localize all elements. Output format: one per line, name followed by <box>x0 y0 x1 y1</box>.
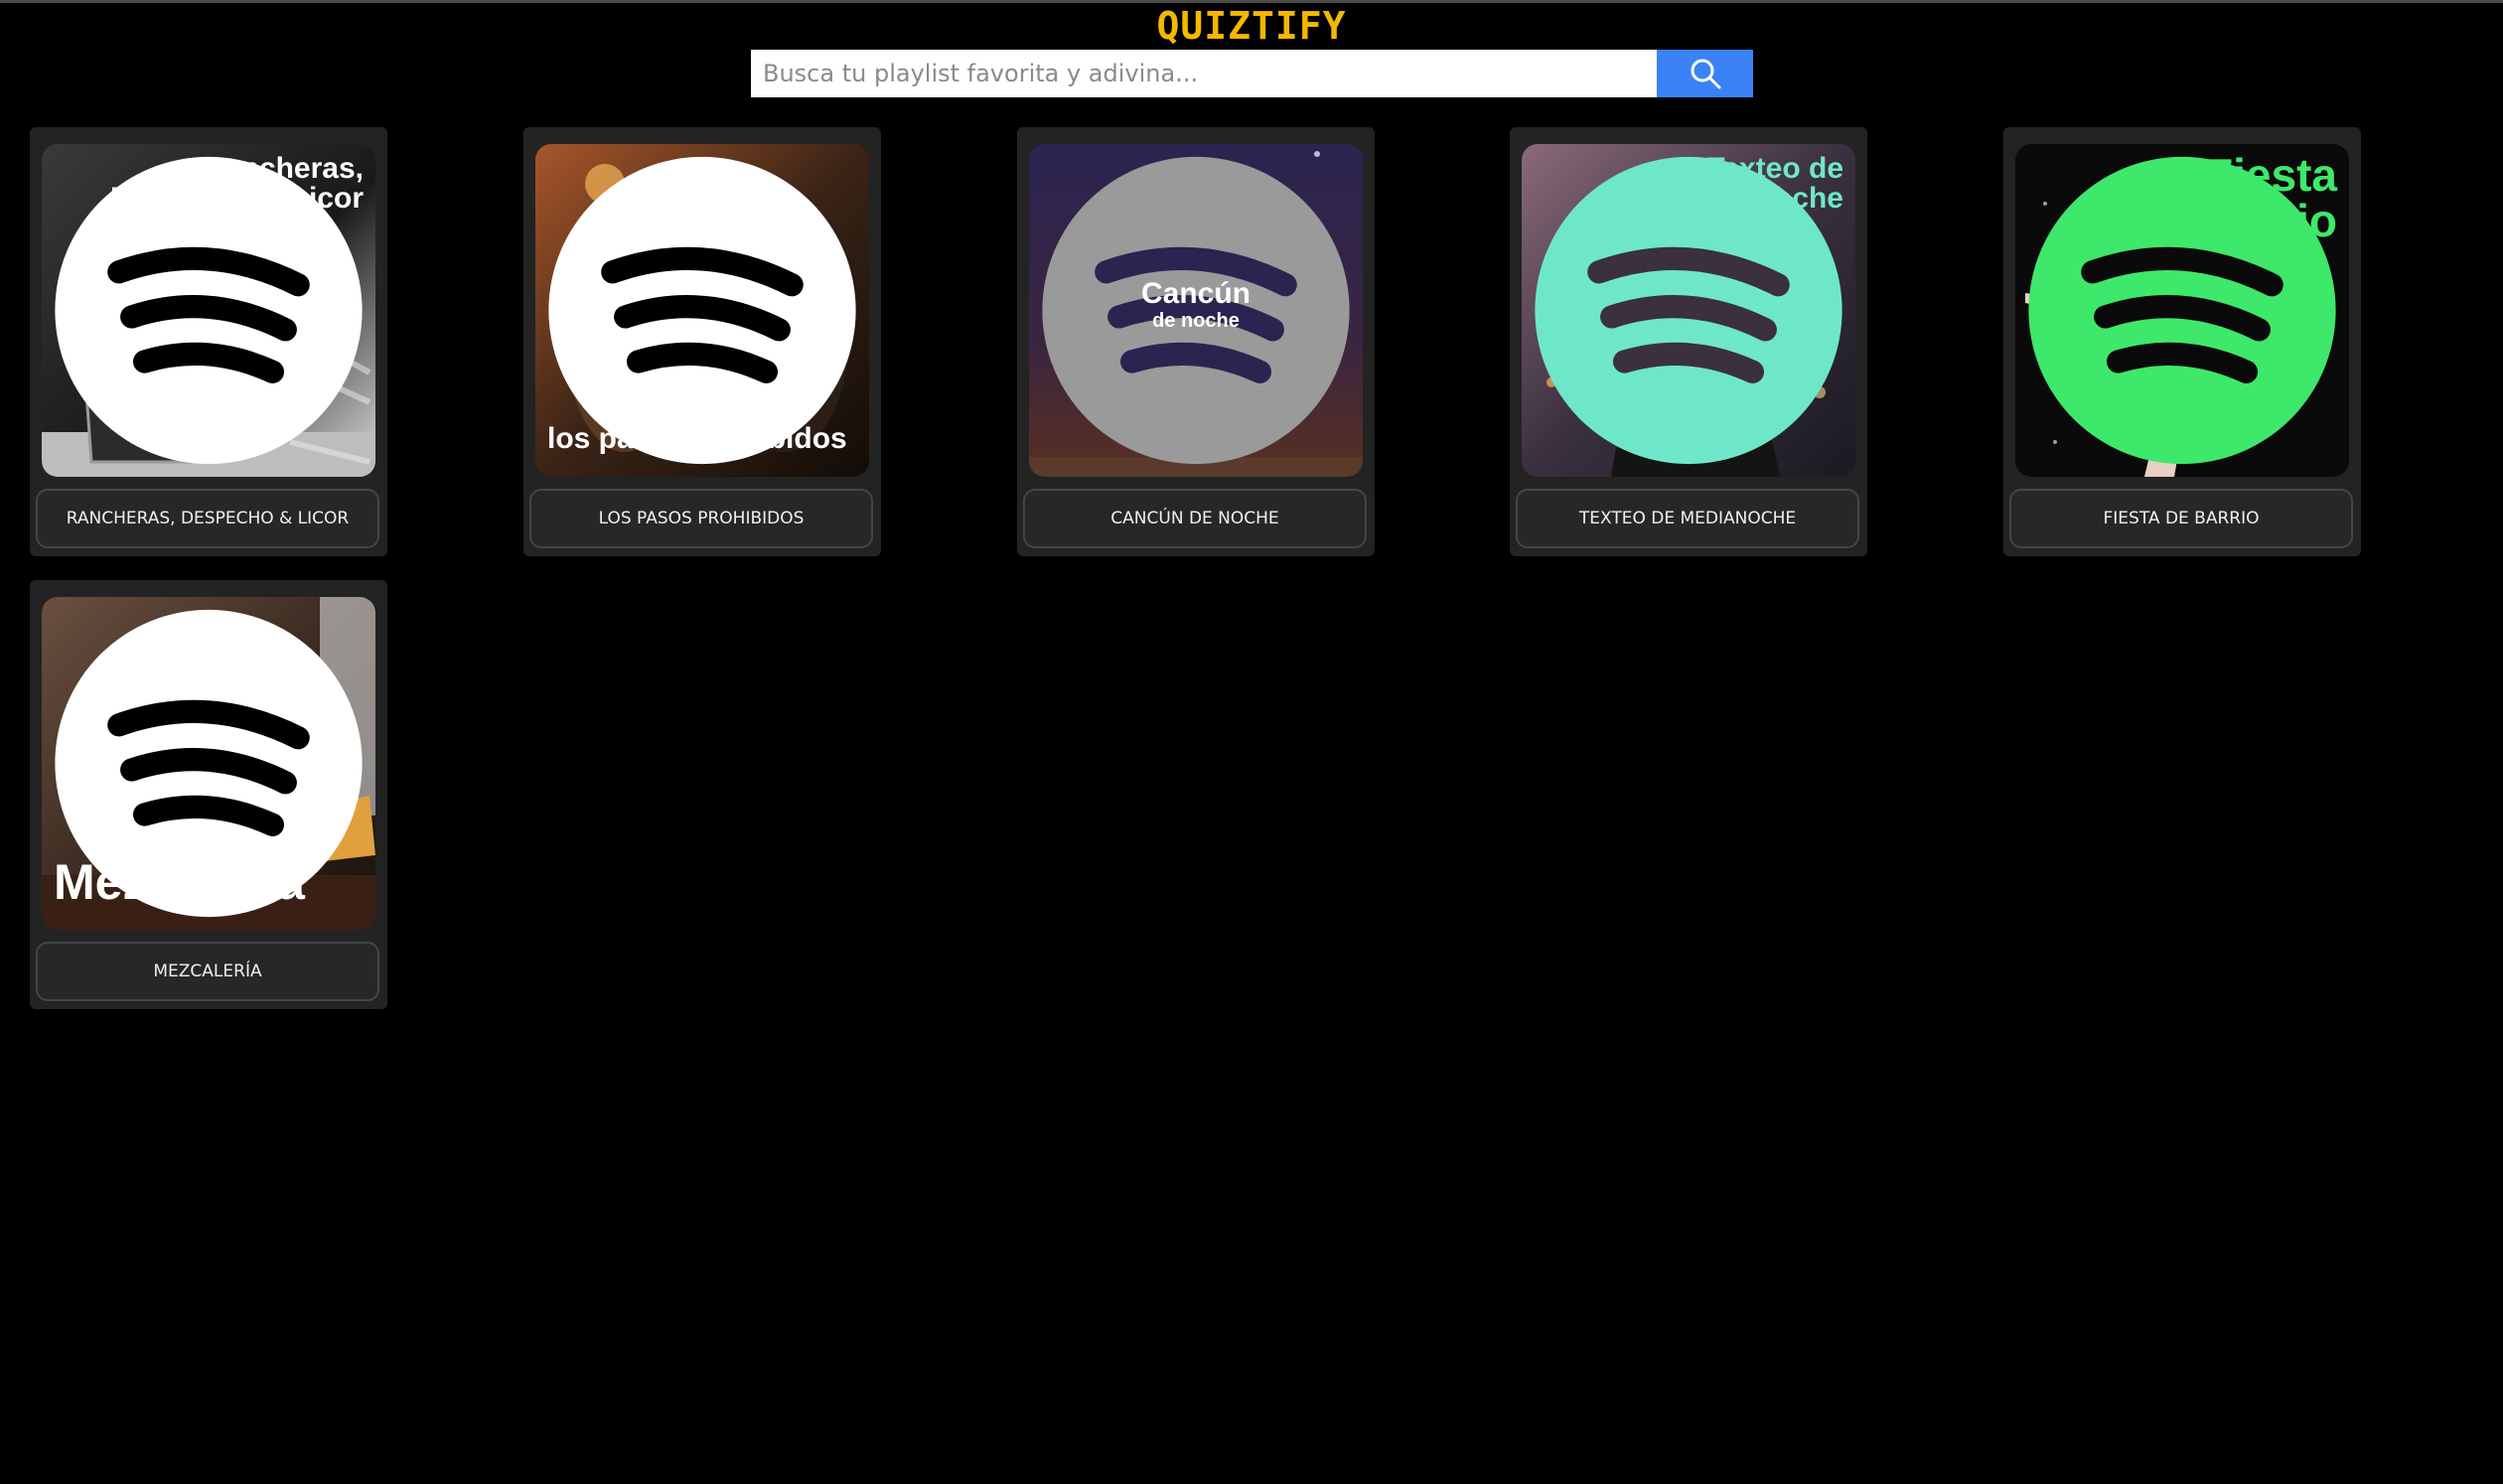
app-logo: QUIZTIFY <box>1156 4 1347 48</box>
search-button[interactable] <box>1657 50 1753 97</box>
header: QUIZTIFY <box>0 0 2503 109</box>
playlist-card[interactable]: Mezcalería MEZCALERÍA <box>30 580 387 1009</box>
cover-title: Cancún de noche <box>1140 277 1251 332</box>
cover-title: Mezcalería <box>54 854 305 910</box>
playlist-play-button[interactable]: LOS PASOS PROHIBIDOS <box>529 489 873 548</box>
search-icon <box>1691 59 1720 89</box>
playlist-card[interactable]: Fiesta de Barrio FIESTA DE BARRIO <box>2003 127 2361 556</box>
playlist-cover[interactable]: los pasos prohibidos <box>535 144 869 477</box>
playlist-card[interactable]: Cancún de noche CANCÚN DE NOCHE <box>1017 127 1375 556</box>
search-input[interactable] <box>751 50 1657 97</box>
playlist-cover[interactable]: Texteo de Medianoche <box>1522 144 1855 477</box>
playlist-cover[interactable]: Mezcalería <box>42 597 375 930</box>
playlist-play-button[interactable]: RANCHERAS, DESPECHO & LICOR <box>36 489 379 548</box>
playlist-card[interactable]: Rancheras, Despecho & Licor RANCHERAS, D… <box>30 127 387 556</box>
playlist-cover[interactable]: Cancún de noche <box>1029 144 1363 477</box>
playlist-cover[interactable]: Rancheras, Despecho & Licor <box>42 144 375 477</box>
cover-title: los pasos prohibidos <box>547 422 847 455</box>
playlist-card[interactable]: Texteo de Medianoche TEXTEO DE MEDIANOCH… <box>1510 127 1867 556</box>
playlist-play-button[interactable]: TEXTEO DE MEDIANOCHE <box>1516 489 1859 548</box>
playlist-play-button[interactable]: FIESTA DE BARRIO <box>2009 489 2353 548</box>
playlist-play-button[interactable]: MEZCALERÍA <box>36 942 379 1001</box>
playlist-card[interactable]: los pasos prohibidos LOS PASOS PROHIBIDO… <box>523 127 881 556</box>
search-bar <box>751 50 1753 97</box>
playlist-cover[interactable]: Fiesta de Barrio <box>2015 144 2349 477</box>
cover-title: Rancheras, Despecho & Licor <box>109 152 364 215</box>
playlist-play-button[interactable]: CANCÚN DE NOCHE <box>1023 489 1367 548</box>
cover-title: Fiesta de Barrio <box>2136 149 2337 246</box>
cover-title: Texteo de Medianoche <box>1671 152 1843 215</box>
